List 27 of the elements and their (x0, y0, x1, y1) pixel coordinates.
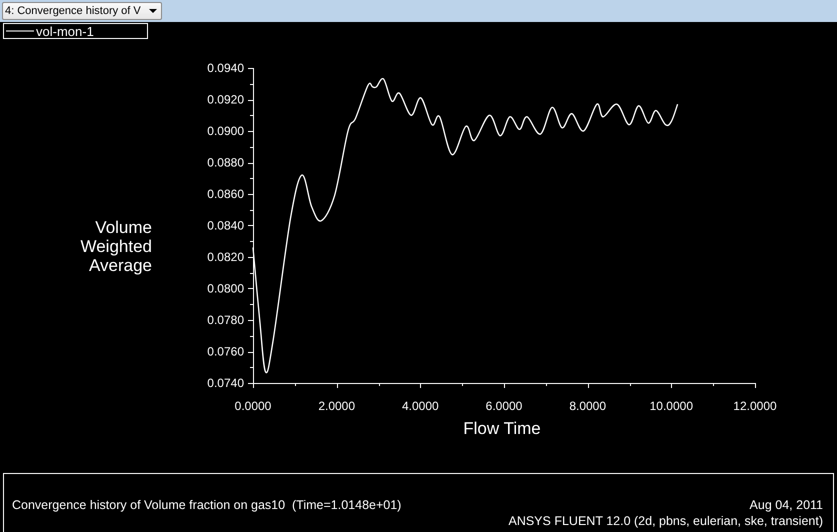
x-tick-label: 8.0000 (569, 399, 606, 413)
y-tick-label: 0.0860 (207, 187, 244, 201)
y-tick-label: 0.0880 (207, 156, 244, 170)
date-label: Aug 04, 2011 (750, 497, 823, 513)
x-tick-label: 12.0000 (733, 399, 777, 413)
y-tick-label: 0.0820 (207, 250, 244, 264)
version-label: ANSYS FLUENT 12.0 (2d, pbns, eulerian, ske, transient) (508, 513, 823, 529)
x-tick-label: 6.0000 (486, 399, 522, 413)
legend-line-icon (6, 29, 34, 33)
x-tick-label: 4.0000 (402, 399, 439, 413)
y-tick-label: 0.0740 (207, 376, 244, 390)
plot-title: Convergence history of Volume fraction on gas10 (Time=1.0148e+01) (12, 497, 402, 513)
caret-icon (149, 9, 157, 13)
y-tick-label: 0.0760 (207, 344, 244, 358)
y-tick-label: 0.0800 (207, 282, 244, 296)
legend-label: vol-mon-1 (36, 24, 94, 38)
x-tick-label: 2.0000 (318, 399, 356, 413)
x-axis-label: Flow Time (463, 419, 541, 438)
x-tick-label: 0.0000 (234, 399, 272, 413)
y-tick-label: 0.0940 (207, 61, 244, 75)
y-tick-label: 0.0840 (207, 218, 244, 232)
y-tick-label: 0.0920 (207, 92, 244, 106)
x-tick-label: 10.0000 (650, 399, 694, 413)
y-tick-label: 0.0780 (207, 313, 244, 327)
y-tick-label: 0.0900 (207, 124, 244, 138)
view-dropdown[interactable]: 4: Convergence history of V (2, 2, 162, 20)
y-axis-label: Volume Weighted Average (80, 218, 152, 275)
